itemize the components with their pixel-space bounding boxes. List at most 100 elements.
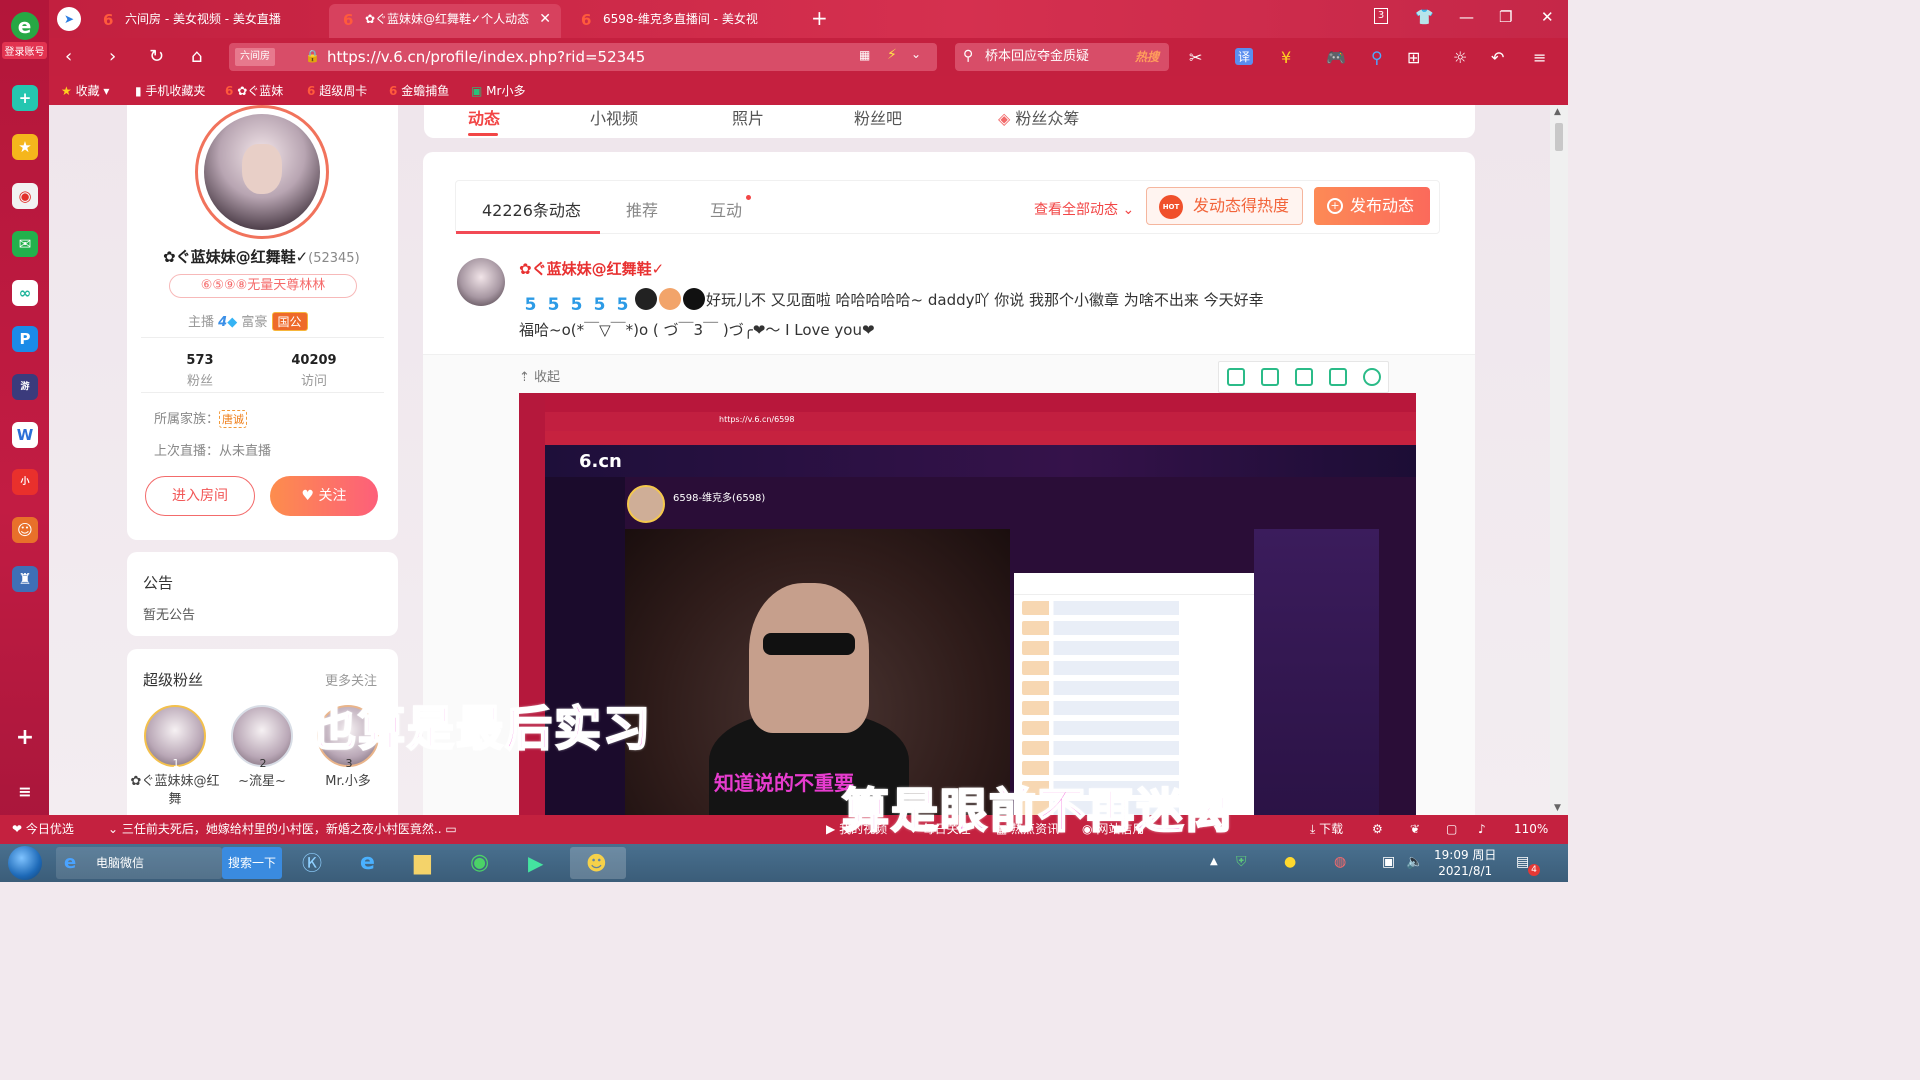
scroll-up-icon[interactable]: ▲ [1554,107,1561,117]
tab-crowdfunding[interactable]: ◈ 粉丝众筹 [998,105,1079,129]
lightning-icon[interactable]: ⚡ [887,47,897,63]
qr-grid-icon[interactable]: ▦ [859,48,870,62]
fan-name[interactable]: ~流星~ [217,773,307,791]
super-fan-1[interactable]: 1 ✿ぐ蓝妹妹@红舞 [130,705,220,809]
post-author-avatar[interactable] [457,258,505,306]
post-author-name[interactable]: ✿ぐ蓝妹妹@红舞鞋✓ [519,258,664,279]
taskbar-search-button[interactable]: 搜索一下 [222,847,282,879]
undo-icon[interactable]: ↶ [1491,48,1504,67]
task-wechat[interactable]: e 电脑微信 [56,847,222,879]
scroll-thumb[interactable] [1555,123,1563,151]
game-avatar-icon[interactable]: ☺ [12,517,38,543]
game-app-icon[interactable]: 游 [12,374,38,400]
settings-gear-icon[interactable] [1363,368,1381,386]
avatar[interactable]: 1 [144,705,206,770]
refresh-icon[interactable]: ↻ [149,46,164,67]
family-tag[interactable]: 唐诚 [219,410,248,428]
task-media-player[interactable]: ▶ [514,847,562,879]
task-game[interactable]: ☻ [570,847,626,879]
tab-profile[interactable]: 6 ✿ぐ蓝妹妹@红舞鞋✓个人动态 ✕ [329,4,561,38]
browser-logo[interactable]: e 登录账号 [2,12,47,59]
security-shield-icon[interactable]: ⛨ [1236,854,1247,870]
bookmark-mobile[interactable]: ▮ 手机收藏夹 [135,82,205,100]
crop-icon[interactable] [1227,368,1245,386]
news-ticker[interactable]: ⌄ 三任前夫死后，她嫁给村里的小村医，新婚之夜小村医竟然.. ▭ [108,822,457,837]
more-follows-link[interactable]: 更多关注 [325,670,377,689]
enter-room-button[interactable]: 进入房间 [145,476,255,516]
home-icon[interactable]: ⌂ [191,46,202,67]
word-doc-icon[interactable]: W [12,422,38,448]
menu-list-icon[interactable]: ≡ [12,779,38,805]
view-all-dynamics[interactable]: 查看全部动态 ⌄ [1034,199,1134,219]
coin-icon[interactable]: ¥ [1281,48,1291,67]
super-fan-2[interactable]: 2 ~流星~ [217,705,307,791]
settings-icon[interactable]: ⚙ [1372,822,1383,837]
login-label[interactable]: 登录账号 [2,42,47,59]
p-app-icon[interactable]: P [12,326,38,352]
address-bar[interactable]: 六间房 🔒 https://v.6.cn/profile/index.php?r… [229,43,937,71]
post-for-heat-button[interactable]: HOT 发动态得热度 [1146,187,1303,225]
download[interactable]: ⤓ 下载 [1310,822,1343,837]
tab-count-icon[interactable]: 3 [1374,8,1388,24]
avatar[interactable]: 2 [231,705,293,770]
brightness-icon[interactable]: ☼ [1453,48,1467,67]
red-app-icon[interactable]: 小 [12,469,38,495]
bookmark-weekly-card[interactable]: 6 超级周卡 [307,82,367,100]
search-text[interactable]: 桥本回应夺金质疑 [985,43,1089,71]
weibo-icon[interactable]: ◉ [12,183,38,209]
chevron-down-icon[interactable]: ⌄ [911,47,921,61]
task-explorer[interactable]: ▆ [402,847,450,879]
tray-app-icon[interactable]: ● [1284,854,1296,870]
favorites-star-icon[interactable]: ★ [12,134,38,160]
hot-search-label[interactable]: 热搜 [1135,43,1159,71]
plus-app-icon[interactable]: + [12,85,38,111]
profile-avatar[interactable] [195,105,329,239]
gamepad-icon[interactable]: 🎮 [1326,48,1346,67]
cloud-icon[interactable]: ∞ [12,280,38,306]
tab-all-dynamics[interactable]: 42226条动态 [482,197,581,221]
volume-icon[interactable]: ♪ [1478,822,1486,837]
tab-interaction[interactable]: 互动 [710,197,742,221]
today-picks[interactable]: ❤ 今日优选 [12,822,74,837]
scroll-down-icon[interactable]: ▼ [1554,803,1561,813]
task-browser[interactable]: ◉ [458,847,506,879]
tab-home[interactable]: 6 六间房 - 美女视频 - 美女直播 [89,4,325,38]
tab-photos[interactable]: 照片 [732,105,764,129]
follow-button[interactable]: ♥ 关注 [270,476,378,516]
save-icon[interactable] [1295,368,1313,386]
back-arrow-icon[interactable]: ‹ [65,46,72,67]
scissors-icon[interactable]: ✂ [1189,48,1202,67]
add-icon[interactable]: + [12,725,38,751]
tab-short-videos[interactable]: 小视频 [590,105,638,129]
share-icon[interactable] [1329,368,1347,386]
shirt-skin-icon[interactable]: 👕 [1415,8,1434,26]
translate-icon[interactable]: 译 [1235,48,1254,65]
menu-icon[interactable]: ≡ [1533,48,1546,67]
start-button-icon[interactable] [8,846,42,880]
task-k-app[interactable]: Ⓚ [290,847,338,879]
tab-recommend[interactable]: 推荐 [626,197,658,221]
post-image-screenshot[interactable]: https://v.6.cn/6598 6.cn 6598-维克多(6598) … [519,393,1416,815]
page-scrollbar[interactable]: ▲ ▼ [1550,105,1568,815]
fan-name[interactable]: ✿ぐ蓝妹妹@红舞 [130,773,220,809]
network-icon[interactable]: ▣ [1382,854,1395,870]
bookmark-fishing[interactable]: 6 金蟾捕鱼 [389,82,449,100]
publish-dynamic-button[interactable]: + 发布动态 [1314,187,1430,225]
restore-window-icon[interactable]: ❐ [1499,8,1512,26]
tab-dynamics[interactable]: 动态 [468,105,500,129]
close-window-icon[interactable]: ✕ [1541,8,1554,26]
apps-grid-icon[interactable]: ⊞ [1407,48,1420,67]
bookmark-favorites[interactable]: ★ 收藏 ▾ [61,82,109,100]
fan-name[interactable]: Mr.小多 [303,773,393,791]
tab-live-room[interactable]: 6 6598-维克多直播间 - 美女视 [567,4,803,38]
new-tab-plus-icon[interactable]: + [811,6,828,30]
zoom-level[interactable]: 110% [1514,822,1548,837]
bookmark-mr-xiaoduo[interactable]: ▣ Mr小多 [471,82,525,100]
leaf-icon[interactable]: ❦ [1410,822,1420,837]
close-tab-icon[interactable]: ✕ [539,4,551,34]
minimize-icon[interactable]: — [1459,8,1474,26]
forward-arrow-icon[interactable]: › [109,46,116,67]
tray-expand-icon[interactable]: ▲ [1210,856,1218,867]
tray-user-icon[interactable]: ◍ [1334,854,1346,870]
mail-icon[interactable]: ✉ [12,231,38,257]
